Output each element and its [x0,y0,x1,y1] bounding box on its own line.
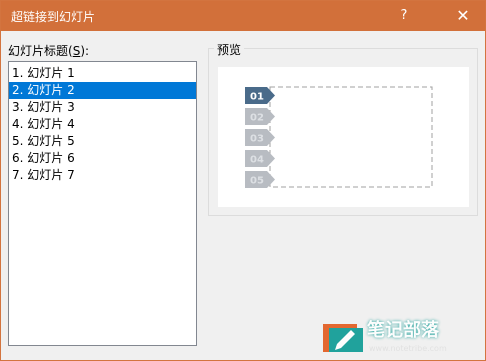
slide-preview-thumbnail: 01 02 03 04 05 [245,86,433,188]
preview-label: 预览 [214,41,245,58]
close-icon[interactable]: ✕ [445,1,481,31]
help-icon[interactable]: ? [387,1,421,31]
list-item[interactable]: 6. 幻灯片 6 [9,150,196,167]
title-bar[interactable]: 超链接到幻灯片 ? ✕ [1,1,485,31]
slide-preview: 01 02 03 04 05 [218,67,469,207]
watermark-site: www.notetribe.com [369,344,447,353]
list-item[interactable]: 7. 幻灯片 7 [9,167,196,184]
dialog-title: 超链接到幻灯片 [11,10,96,24]
watermark: 笔记部落 www.notetribe.com [321,314,481,358]
notetribe-logo-icon [323,324,363,352]
list-item[interactable]: 4. 幻灯片 4 [9,116,196,133]
list-item[interactable]: 3. 幻灯片 3 [9,99,196,116]
slide-tab-label: 01 [250,92,264,103]
slide-tab-label: 05 [250,176,264,187]
list-item[interactable]: 5. 幻灯片 5 [9,133,196,150]
hyperlink-to-slide-dialog: 超链接到幻灯片 ? ✕ 幻灯片标题(S): 1. 幻灯片 1 2. 幻灯片 2 … [0,0,486,361]
list-item[interactable]: 2. 幻灯片 2 [9,82,196,99]
slide-tab-label: 03 [250,134,264,145]
slide-tab-label: 04 [250,155,264,166]
content-placeholder-frame [269,86,433,188]
slide-titles-label: 幻灯片标题(S): [8,44,90,58]
watermark-brand: 笔记部落 [367,320,439,341]
list-item[interactable]: 1. 幻灯片 1 [9,65,196,82]
slide-tab-label: 02 [250,113,264,124]
slide-title-list[interactable]: 1. 幻灯片 1 2. 幻灯片 2 3. 幻灯片 3 4. 幻灯片 4 5. 幻… [8,61,197,346]
